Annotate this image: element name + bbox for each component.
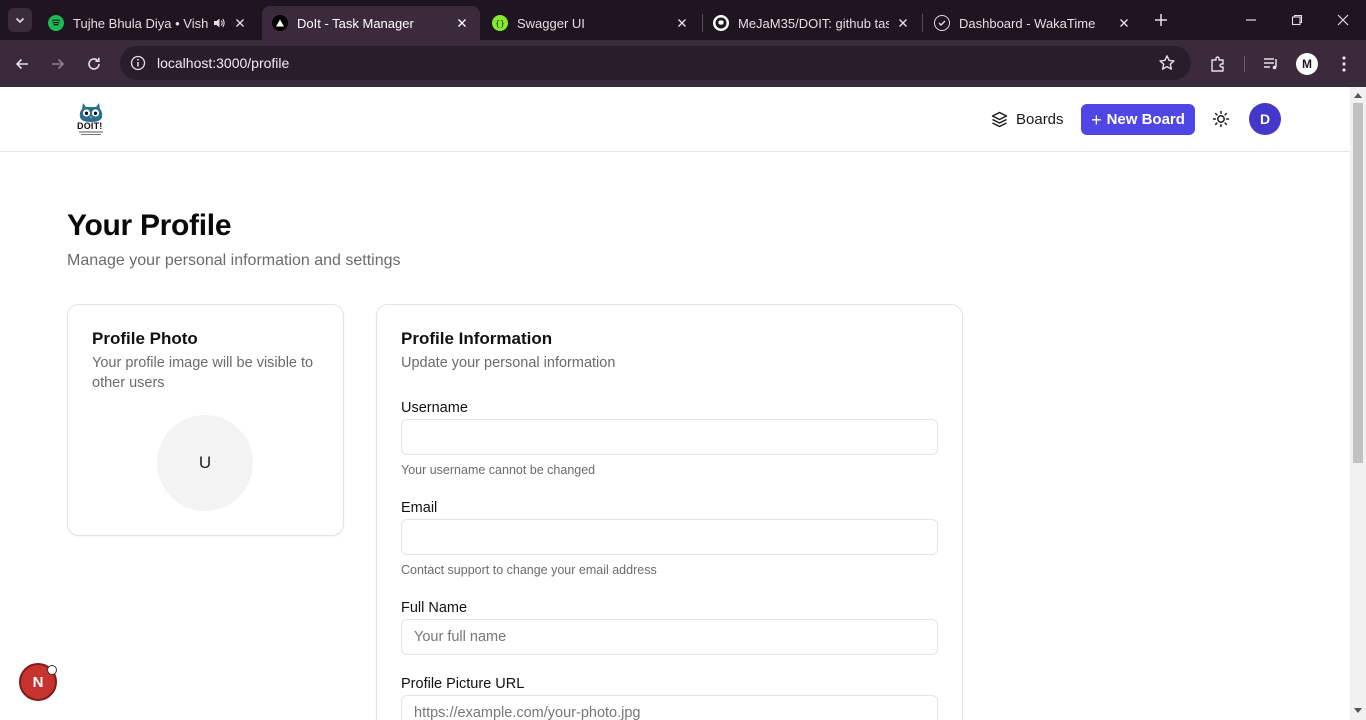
email-label: Email (401, 500, 438, 516)
scrollbar-thumb[interactable] (1353, 103, 1363, 463)
app-header: DOIT! Boards + New Board D (0, 87, 1350, 152)
new-tab-button[interactable] (1150, 9, 1172, 31)
chevron-down-icon (15, 17, 25, 24)
username-help-text: Your username cannot be changed (401, 463, 596, 477)
profile-avatar: M (1296, 53, 1318, 75)
layers-icon (991, 111, 1008, 127)
dev-status-dot (47, 665, 57, 675)
spotify-icon (48, 15, 64, 31)
picture-url-field[interactable] (401, 695, 938, 720)
puzzle-icon (1211, 56, 1224, 72)
full-name-field[interactable] (401, 619, 938, 655)
close-icon[interactable] (1116, 15, 1132, 31)
browser-tab-spotify[interactable]: Tujhe Bhula Diya • Vishal (38, 6, 258, 40)
avatar-placeholder: U (157, 415, 253, 511)
theme-toggle-button[interactable] (1210, 108, 1232, 130)
close-icon[interactable] (232, 15, 248, 31)
scroll-down-arrow-icon[interactable] (1354, 708, 1362, 713)
tab-search-button[interactable] (8, 8, 32, 32)
minimize-icon (1246, 19, 1256, 21)
tab-title: Dashboard - WakaTime (959, 15, 1096, 31)
page-scrollbar[interactable] (1350, 87, 1366, 720)
close-icon (1337, 14, 1349, 26)
star-icon[interactable] (1158, 54, 1176, 72)
wakatime-icon (934, 15, 950, 31)
forward-button[interactable] (45, 51, 71, 77)
arrow-right-icon (52, 58, 65, 70)
github-icon (713, 15, 729, 31)
minimize-button[interactable] (1236, 6, 1266, 34)
owl-logo-icon (79, 103, 103, 135)
email-help-text: Contact support to change your email add… (401, 563, 657, 577)
tab-title: DoIt - Task Manager (297, 15, 414, 31)
speaker-icon[interactable] (212, 16, 226, 30)
full-name-label: Full Name (401, 600, 468, 616)
sun-icon (1212, 110, 1230, 128)
browser-tab-wakatime[interactable]: Dashboard - WakaTime (924, 6, 1142, 40)
browser-tab-doit[interactable]: DoIt - Task Manager (262, 6, 480, 40)
address-bar[interactable]: localhost:3000/profile (120, 46, 1191, 80)
page-title: Your Profile (67, 209, 232, 242)
svg-text:{}: {} (495, 19, 505, 28)
new-board-label: New Board (1106, 111, 1185, 128)
browser-profile-button[interactable]: M (1294, 51, 1320, 77)
close-window-button[interactable] (1328, 6, 1358, 34)
toolbar-divider (1244, 56, 1245, 72)
profile-information-card: Profile Information Update your personal… (376, 304, 963, 720)
card-title: Profile Photo (92, 329, 198, 348)
browser-tab-swagger[interactable]: {} Swagger UI (482, 6, 700, 40)
media-control-button[interactable] (1258, 51, 1284, 77)
new-board-button[interactable]: + New Board (1081, 104, 1195, 135)
address-url[interactable]: localhost:3000/profile (157, 55, 289, 71)
scroll-up-arrow-icon[interactable] (1354, 93, 1362, 98)
doit-logo[interactable]: DOIT! (74, 100, 108, 138)
tab-title: MeJaM35/DOIT: github task (738, 15, 889, 31)
playlist-icon (1264, 58, 1277, 70)
reload-button[interactable] (81, 51, 107, 77)
boards-label: Boards (1016, 110, 1064, 128)
boards-link[interactable]: Boards (991, 109, 1064, 129)
swagger-icon: {} (492, 15, 508, 31)
arrow-left-icon (15, 58, 28, 70)
close-icon[interactable] (895, 15, 911, 31)
picture-url-label: Profile Picture URL (401, 676, 525, 692)
tab-title: Tujhe Bhula Diya • Vishal (73, 15, 208, 31)
user-avatar[interactable]: D (1249, 103, 1281, 135)
page-viewport: DOIT! Boards + New Board D Your Profile … (0, 87, 1350, 720)
site-info-icon[interactable] (130, 55, 146, 71)
reload-icon (88, 57, 100, 70)
card-title: Profile Information (401, 329, 553, 348)
logo-text: DOIT! (77, 121, 103, 131)
browser-menu-button[interactable] (1331, 51, 1357, 77)
card-description: Your profile image will be visible to ot… (92, 355, 314, 391)
page-subtitle: Manage your personal information and set… (67, 252, 401, 269)
browser-tabstrip: Tujhe Bhula Diya • Vishal DoIt - Task Ma… (0, 0, 1366, 40)
browser-toolbar: localhost:3000/profile M (0, 40, 1366, 87)
tab-title: Swagger UI (517, 15, 585, 31)
plus-icon: + (1091, 109, 1102, 130)
tab-divider (922, 14, 923, 32)
back-button[interactable] (9, 51, 35, 77)
restore-icon (1291, 14, 1303, 26)
close-icon[interactable] (674, 15, 690, 31)
username-field[interactable] (401, 419, 938, 455)
profile-photo-card: Profile Photo Your profile image will be… (67, 304, 344, 536)
extensions-button[interactable] (1205, 51, 1231, 77)
email-field[interactable] (401, 519, 938, 555)
close-icon[interactable] (454, 15, 470, 31)
kebab-menu-icon (1342, 56, 1346, 72)
card-description: Update your personal information (401, 355, 616, 371)
restore-button[interactable] (1282, 6, 1312, 34)
browser-tab-github[interactable]: MeJaM35/DOIT: github task (703, 6, 921, 40)
triangle-icon (272, 15, 288, 31)
username-label: Username (401, 400, 468, 416)
plus-icon (1155, 14, 1167, 26)
